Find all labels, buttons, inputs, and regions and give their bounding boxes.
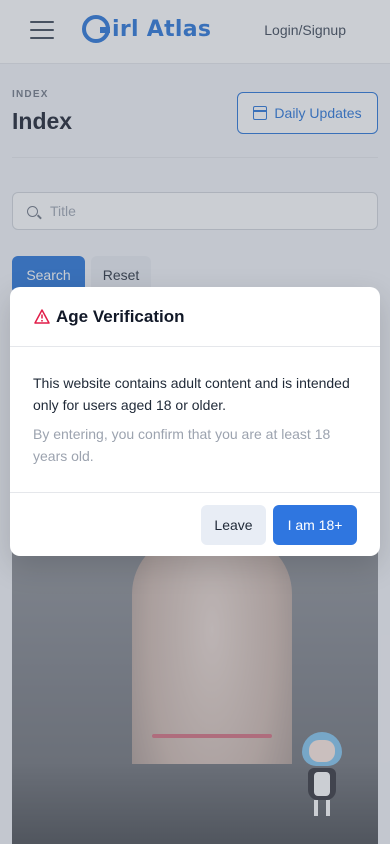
dialog-footer-divider [10,492,380,493]
dialog-title: Age Verification [56,307,185,326]
warning-icon [34,309,50,324]
age-verification-dialog: Age Verification This website contains a… [10,287,380,556]
confirm-age-button[interactable]: I am 18+ [273,505,357,545]
dialog-note-text: By entering, you confirm that you are at… [33,426,331,464]
dialog-header: Age Verification [10,287,380,347]
dialog-body-text: This website contains adult content and … [33,375,350,413]
leave-button[interactable]: Leave [201,505,266,545]
